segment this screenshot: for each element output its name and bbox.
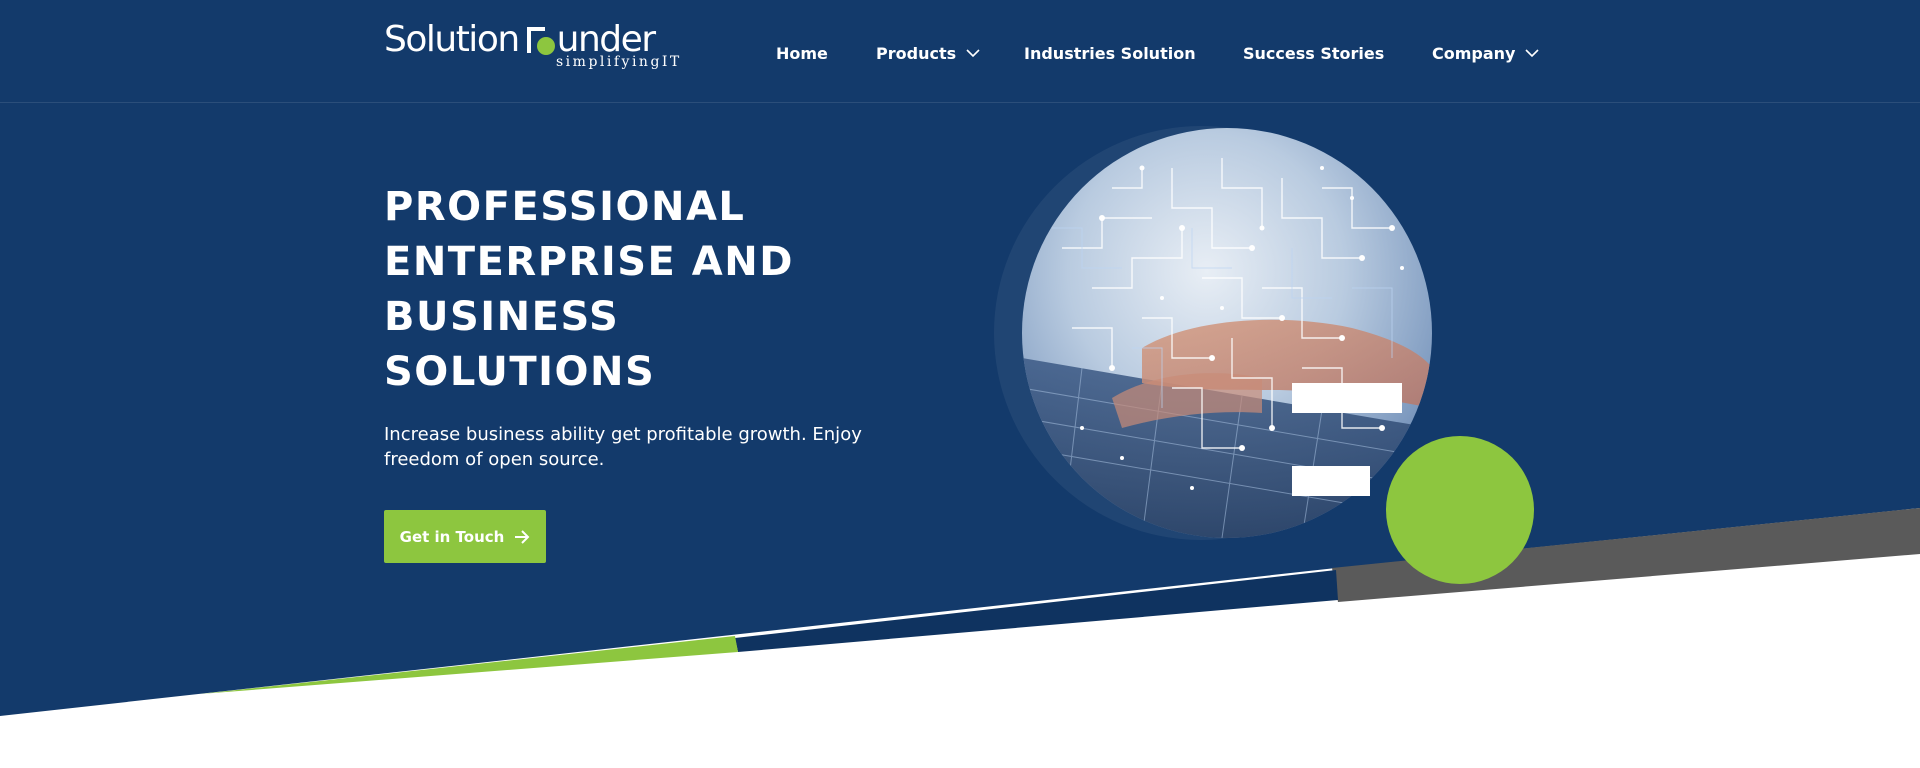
hero-title-line: ENTERPRISE AND <box>384 239 794 285</box>
decorative-green-circle <box>1386 436 1534 584</box>
nav-item-label: Home <box>776 44 828 63</box>
hero-background <box>0 0 1920 716</box>
nav-item-industries-solution[interactable]: Industries Solution <box>1024 42 1196 66</box>
cta-label: Get in Touch <box>399 527 505 546</box>
nav-item-home[interactable]: Home <box>776 42 828 66</box>
arrow-right-icon <box>515 529 530 544</box>
image-label-box <box>1292 466 1370 496</box>
hero-image <box>1022 128 1432 538</box>
chevron-down-icon <box>966 49 980 58</box>
main-navigation: Home Products Industries Solution Succes… <box>0 42 1920 66</box>
hero-subtitle: Increase business ability get profitable… <box>384 424 862 470</box>
nav-item-label: Company <box>1432 44 1516 63</box>
hero-title-line: PROFESSIONAL <box>384 184 746 230</box>
site-header: Solution under simplifyingIT Home Product… <box>0 0 1920 103</box>
nav-item-label: Success Stories <box>1243 44 1385 63</box>
circuit-hands-illustration <box>1022 128 1432 538</box>
hero-title-line: BUSINESS <box>384 294 620 340</box>
hero-title: PROFESSIONAL ENTERPRISE AND BUSINESS SOL… <box>384 180 904 400</box>
navy-background-panel <box>0 0 1920 716</box>
chevron-down-icon <box>1525 49 1539 58</box>
hero-title-line: SOLUTIONS <box>384 349 656 395</box>
image-label-box <box>1292 383 1402 413</box>
nav-item-products[interactable]: Products <box>876 42 980 66</box>
get-in-touch-button[interactable]: Get in Touch <box>384 510 546 563</box>
nav-item-label: Industries Solution <box>1024 44 1196 63</box>
nav-item-label: Products <box>876 44 957 63</box>
nav-item-company[interactable]: Company <box>1432 42 1539 66</box>
nav-item-success-stories[interactable]: Success Stories <box>1243 42 1384 66</box>
